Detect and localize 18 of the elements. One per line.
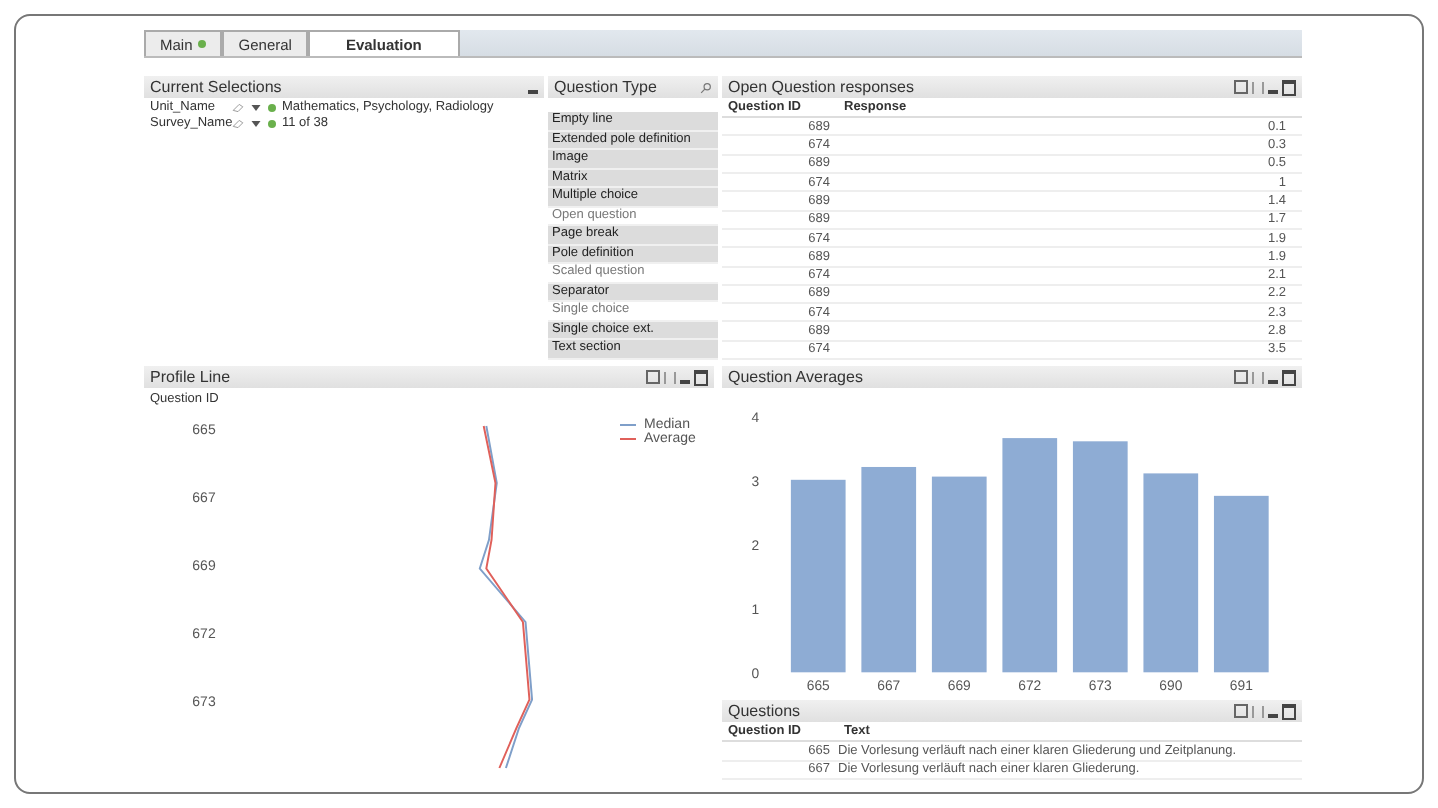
panel-title: Question Averages (728, 368, 863, 386)
panel-title: Current Selections (150, 78, 282, 96)
panel-title: Questions (728, 702, 801, 720)
search-icon[interactable] (700, 81, 712, 93)
maximize-icon[interactable] (1282, 703, 1296, 719)
minimize-icon[interactable] (1268, 89, 1278, 93)
maximize-icon[interactable] (1282, 369, 1296, 385)
status-dot-icon (268, 103, 276, 111)
maximize-icon[interactable] (694, 369, 708, 385)
minimize-icon[interactable] (1268, 379, 1278, 383)
maximize-icon[interactable] (1282, 79, 1296, 95)
panel-title: Profile Line (150, 368, 231, 386)
status-dot-icon (268, 119, 276, 127)
minimize-icon[interactable] (680, 379, 690, 383)
panel-title: Open Question responses (728, 78, 914, 96)
minimize-icon[interactable] (528, 89, 538, 93)
minimize-icon[interactable] (1268, 713, 1278, 717)
panel-title: Question Type (554, 78, 657, 96)
